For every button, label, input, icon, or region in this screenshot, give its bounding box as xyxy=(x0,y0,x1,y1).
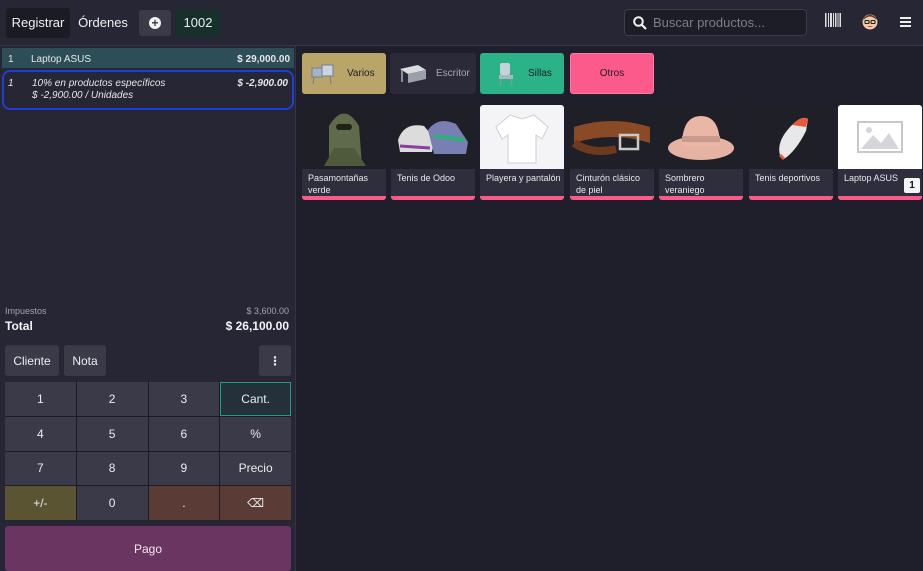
numpad-key-1[interactable]: 1 xyxy=(5,382,76,416)
product-card[interactable]: Laptop ASUS 1 xyxy=(838,105,922,200)
register-tab[interactable]: Registrar xyxy=(6,7,70,38)
numpad-key-7[interactable]: 7 xyxy=(5,451,76,486)
category-varios[interactable]: Varios xyxy=(302,53,386,94)
numpad-key-2[interactable]: 2 xyxy=(76,382,148,416)
customer-button[interactable]: Cliente xyxy=(5,345,59,376)
payment-button[interactable]: Pago xyxy=(5,526,291,571)
numpad-key-4[interactable]: 4 xyxy=(5,416,76,451)
desk-icon xyxy=(400,65,426,83)
product-category-bar xyxy=(570,196,654,200)
backspace-icon[interactable]: ⌫ xyxy=(220,486,291,520)
product-category-bar xyxy=(302,196,386,200)
order-line[interactable]: 1 Laptop ASUS $ 29,000.00 xyxy=(2,48,294,68)
avatar-icon[interactable] xyxy=(862,14,878,30)
numpad-mode-price[interactable]: Precio xyxy=(220,451,291,486)
product-image xyxy=(302,105,386,169)
numpad-mode-discount[interactable]: % xyxy=(220,416,291,451)
numpad-key-3[interactable]: 3 xyxy=(148,382,220,416)
product-card[interactable]: Pasamontañas verde xyxy=(302,105,386,200)
product-image xyxy=(749,105,833,169)
numpad-key-decimal[interactable]: . xyxy=(148,486,220,520)
total-value: $ 26,100.00 xyxy=(225,319,289,333)
product-name: Tenis deportivos xyxy=(755,173,821,183)
numpad-key-8[interactable]: 8 xyxy=(76,451,148,486)
numpad: 1 2 3 Cant. 4 5 6 % 7 8 9 Precio +/- 0 .… xyxy=(5,382,291,520)
category-escritor[interactable]: Escritor xyxy=(390,53,476,94)
product-category-bar xyxy=(838,196,922,200)
product-search[interactable] xyxy=(624,9,807,36)
search-icon xyxy=(633,15,647,30)
product-name: Sombrero veraniego xyxy=(665,173,705,195)
product-card[interactable]: Sombrero veraniego xyxy=(659,105,743,200)
numpad-key-5[interactable]: 5 xyxy=(76,416,148,451)
product-card[interactable]: Tenis de Odoo xyxy=(391,105,475,200)
line-quantity: 1 xyxy=(8,54,14,65)
product-card[interactable]: Playera y pantalón xyxy=(480,105,564,200)
product-category-bar xyxy=(391,196,475,200)
product-name: Cinturón clásico de piel xyxy=(576,173,641,195)
product-name: Playera y pantalón xyxy=(486,173,561,183)
product-image xyxy=(480,105,564,169)
product-image xyxy=(659,105,743,169)
line-product-name: 10% en productos específicos xyxy=(32,78,166,89)
numpad-key-6[interactable]: 6 xyxy=(148,416,220,451)
image-placeholder-icon xyxy=(857,121,903,153)
numpad-key-sign[interactable]: +/- xyxy=(5,486,76,520)
numpad-mode-quantity[interactable]: Cant. xyxy=(220,382,291,416)
category-label: Escritor xyxy=(436,68,470,79)
note-button[interactable]: Nota xyxy=(64,345,106,376)
product-image xyxy=(570,105,654,169)
product-category-bar xyxy=(749,196,833,200)
order-panel: 1 Laptop ASUS $ 29,000.00 1 10% en produ… xyxy=(0,46,296,571)
quantity-badge: 1 xyxy=(904,178,920,193)
category-otros[interactable]: Otros xyxy=(570,53,654,94)
numpad-key-9[interactable]: 9 xyxy=(148,451,220,486)
product-name: Pasamontañas verde xyxy=(308,173,369,195)
category-label: Sillas xyxy=(528,68,552,79)
line-unit-detail: $ -2,900.00 / Unidades xyxy=(32,90,134,101)
barcode-icon[interactable] xyxy=(825,13,841,27)
plus-icon: + xyxy=(149,16,161,29)
numpad-key-0[interactable]: 0 xyxy=(76,486,148,520)
more-options-button[interactable]: ⋮ xyxy=(259,345,291,376)
order-line-discount[interactable]: 1 10% en productos específicos $ -2,900.… xyxy=(2,70,294,110)
product-image xyxy=(391,105,475,169)
line-price: $ 29,000.00 xyxy=(237,54,290,65)
product-category-bar xyxy=(480,196,564,200)
total-label: Total xyxy=(5,319,33,333)
hamburger-menu-icon[interactable] xyxy=(900,17,911,27)
line-quantity: 1 xyxy=(8,78,14,89)
category-sillas[interactable]: Sillas xyxy=(480,53,564,94)
product-image-placeholder xyxy=(838,105,922,169)
line-product-name: Laptop ASUS xyxy=(31,54,92,65)
current-order-tab[interactable]: 1002 xyxy=(176,8,220,37)
chair-icon xyxy=(499,63,513,87)
taxes-value: $ 3,600.00 xyxy=(246,306,289,316)
product-name: Tenis de Odoo xyxy=(397,173,456,183)
line-price: $ -2,900.00 xyxy=(237,78,288,89)
new-order-button[interactable]: + xyxy=(139,9,171,36)
product-card[interactable]: Tenis deportivos xyxy=(749,105,833,200)
category-label: Otros xyxy=(599,68,625,79)
chair-group-icon xyxy=(311,64,334,85)
search-input[interactable] xyxy=(653,15,803,30)
taxes-label: Impuestos xyxy=(5,306,47,316)
category-label: Varios xyxy=(347,68,375,79)
product-card[interactable]: Cinturón clásico de piel xyxy=(570,105,654,200)
product-category-bar xyxy=(659,196,743,200)
orders-tab[interactable]: Órdenes xyxy=(70,8,136,38)
